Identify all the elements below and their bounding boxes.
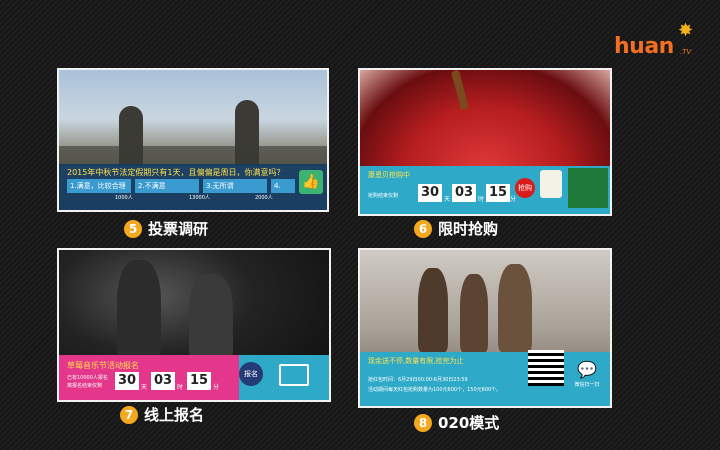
apple-stem: [450, 70, 470, 111]
countdown-days: 30: [418, 184, 442, 202]
model-silhouette: [460, 274, 488, 352]
flash-sale-subtitle: 抢购结束仅剩: [368, 193, 399, 199]
thumbs-up-icon[interactable]: 👍: [299, 170, 323, 194]
huan-tv-logo: ✸ huan .TV: [614, 20, 700, 66]
countdown-minutes: 15: [187, 372, 211, 390]
registration-title: 草莓音乐节活动报名: [67, 361, 139, 370]
product-jar-image: [540, 170, 562, 198]
vote-panel: 2015年中秋节法定假期只有1天，且偏偏是周日，你满意吗？ 1.满意，比较合理 …: [59, 164, 327, 210]
qr-code-icon[interactable]: [528, 350, 564, 386]
flash-sale-card[interactable]: 康恩贝抢购中 抢购结束仅剩 30 天 03 时 15 分 抢购: [358, 68, 612, 216]
caption-flash-sale: 6 限时抢购: [414, 218, 498, 239]
model-silhouette: [498, 264, 532, 352]
caption-registration: 7 线上报名: [120, 404, 204, 425]
vote-count: 1000人: [115, 195, 133, 201]
unit-hour: 时: [478, 196, 485, 203]
wechat-scan[interactable]: 💬 微信扫一扫: [570, 358, 604, 400]
countdown-hours: 03: [151, 372, 175, 390]
unit-minute: 分: [510, 196, 517, 203]
skyline: [59, 146, 327, 166]
vote-option[interactable]: 2.不满意: [135, 179, 199, 193]
product-image: [568, 168, 608, 208]
caption-text: 020模式: [438, 414, 500, 432]
o2o-card[interactable]: 现金送不停,数量有限,抢完为止 抢红包时间：6月29日00:00-6月30日23…: [358, 248, 612, 408]
online-registration-card[interactable]: 草莓音乐节活动报名 已有10000人报名 离报名结束仅剩 30 天 03 时 1…: [57, 248, 331, 402]
registration-count: 已有10000人报名: [67, 375, 108, 381]
vote-question: 2015年中秋节法定假期只有1天，且偏偏是周日，你满意吗？: [67, 168, 285, 177]
caption-text: 投票调研: [148, 220, 209, 238]
register-button[interactable]: 报名: [239, 362, 263, 386]
number-badge: 5: [124, 219, 142, 238]
unit-hour: 时: [177, 384, 184, 391]
number-badge: 8: [414, 413, 432, 432]
logo-tv: .TV: [680, 48, 692, 56]
flash-sale-title: 康恩贝抢购中: [368, 171, 410, 179]
vote-option[interactable]: 1.满意，比较合理: [67, 179, 131, 193]
unit-day: 天: [141, 384, 148, 391]
registration-deadline: 离报名结束仅剩: [67, 383, 103, 389]
o2o-time: 抢红包时间：6月29日00:00-6月30日23:59: [368, 377, 468, 383]
number-badge: 6: [414, 219, 432, 238]
countdown-minutes: 15: [486, 184, 510, 202]
o2o-rules: 活动期间每天红包抢购数量为100元600个，150元600个。: [368, 387, 502, 393]
wechat-label: 微信扫一扫: [574, 382, 600, 388]
vote-count: 2000人: [255, 195, 273, 201]
seating-grid-icon: [279, 364, 309, 386]
number-badge: 7: [120, 405, 138, 424]
vote-option[interactable]: 4.: [271, 179, 295, 193]
unit-day: 天: [444, 196, 451, 203]
o2o-title: 现金送不停,数量有限,抢完为止: [368, 357, 464, 365]
caption-text: 限时抢购: [438, 220, 499, 238]
countdown-days: 30: [115, 372, 139, 390]
caption-text: 线上报名: [144, 406, 205, 424]
caption-o2o: 8 020模式: [414, 412, 499, 433]
vote-count: 13000人: [189, 195, 210, 201]
logo-word: huan: [614, 34, 674, 59]
wechat-icon: 💬: [577, 360, 597, 379]
performer-silhouette: [117, 260, 161, 360]
logo-star-icon: ✸: [678, 20, 694, 41]
buy-button[interactable]: 抢购: [515, 178, 535, 198]
caption-vote: 5 投票调研: [124, 218, 208, 239]
countdown-hours: 03: [452, 184, 476, 202]
model-silhouette: [418, 268, 448, 352]
performer-silhouette: [189, 274, 233, 360]
vote-survey-card[interactable]: 2015年中秋节法定假期只有1天，且偏偏是周日，你满意吗？ 1.满意，比较合理 …: [57, 68, 329, 212]
unit-minute: 分: [213, 384, 220, 391]
vote-option[interactable]: 3.无所谓: [203, 179, 267, 193]
